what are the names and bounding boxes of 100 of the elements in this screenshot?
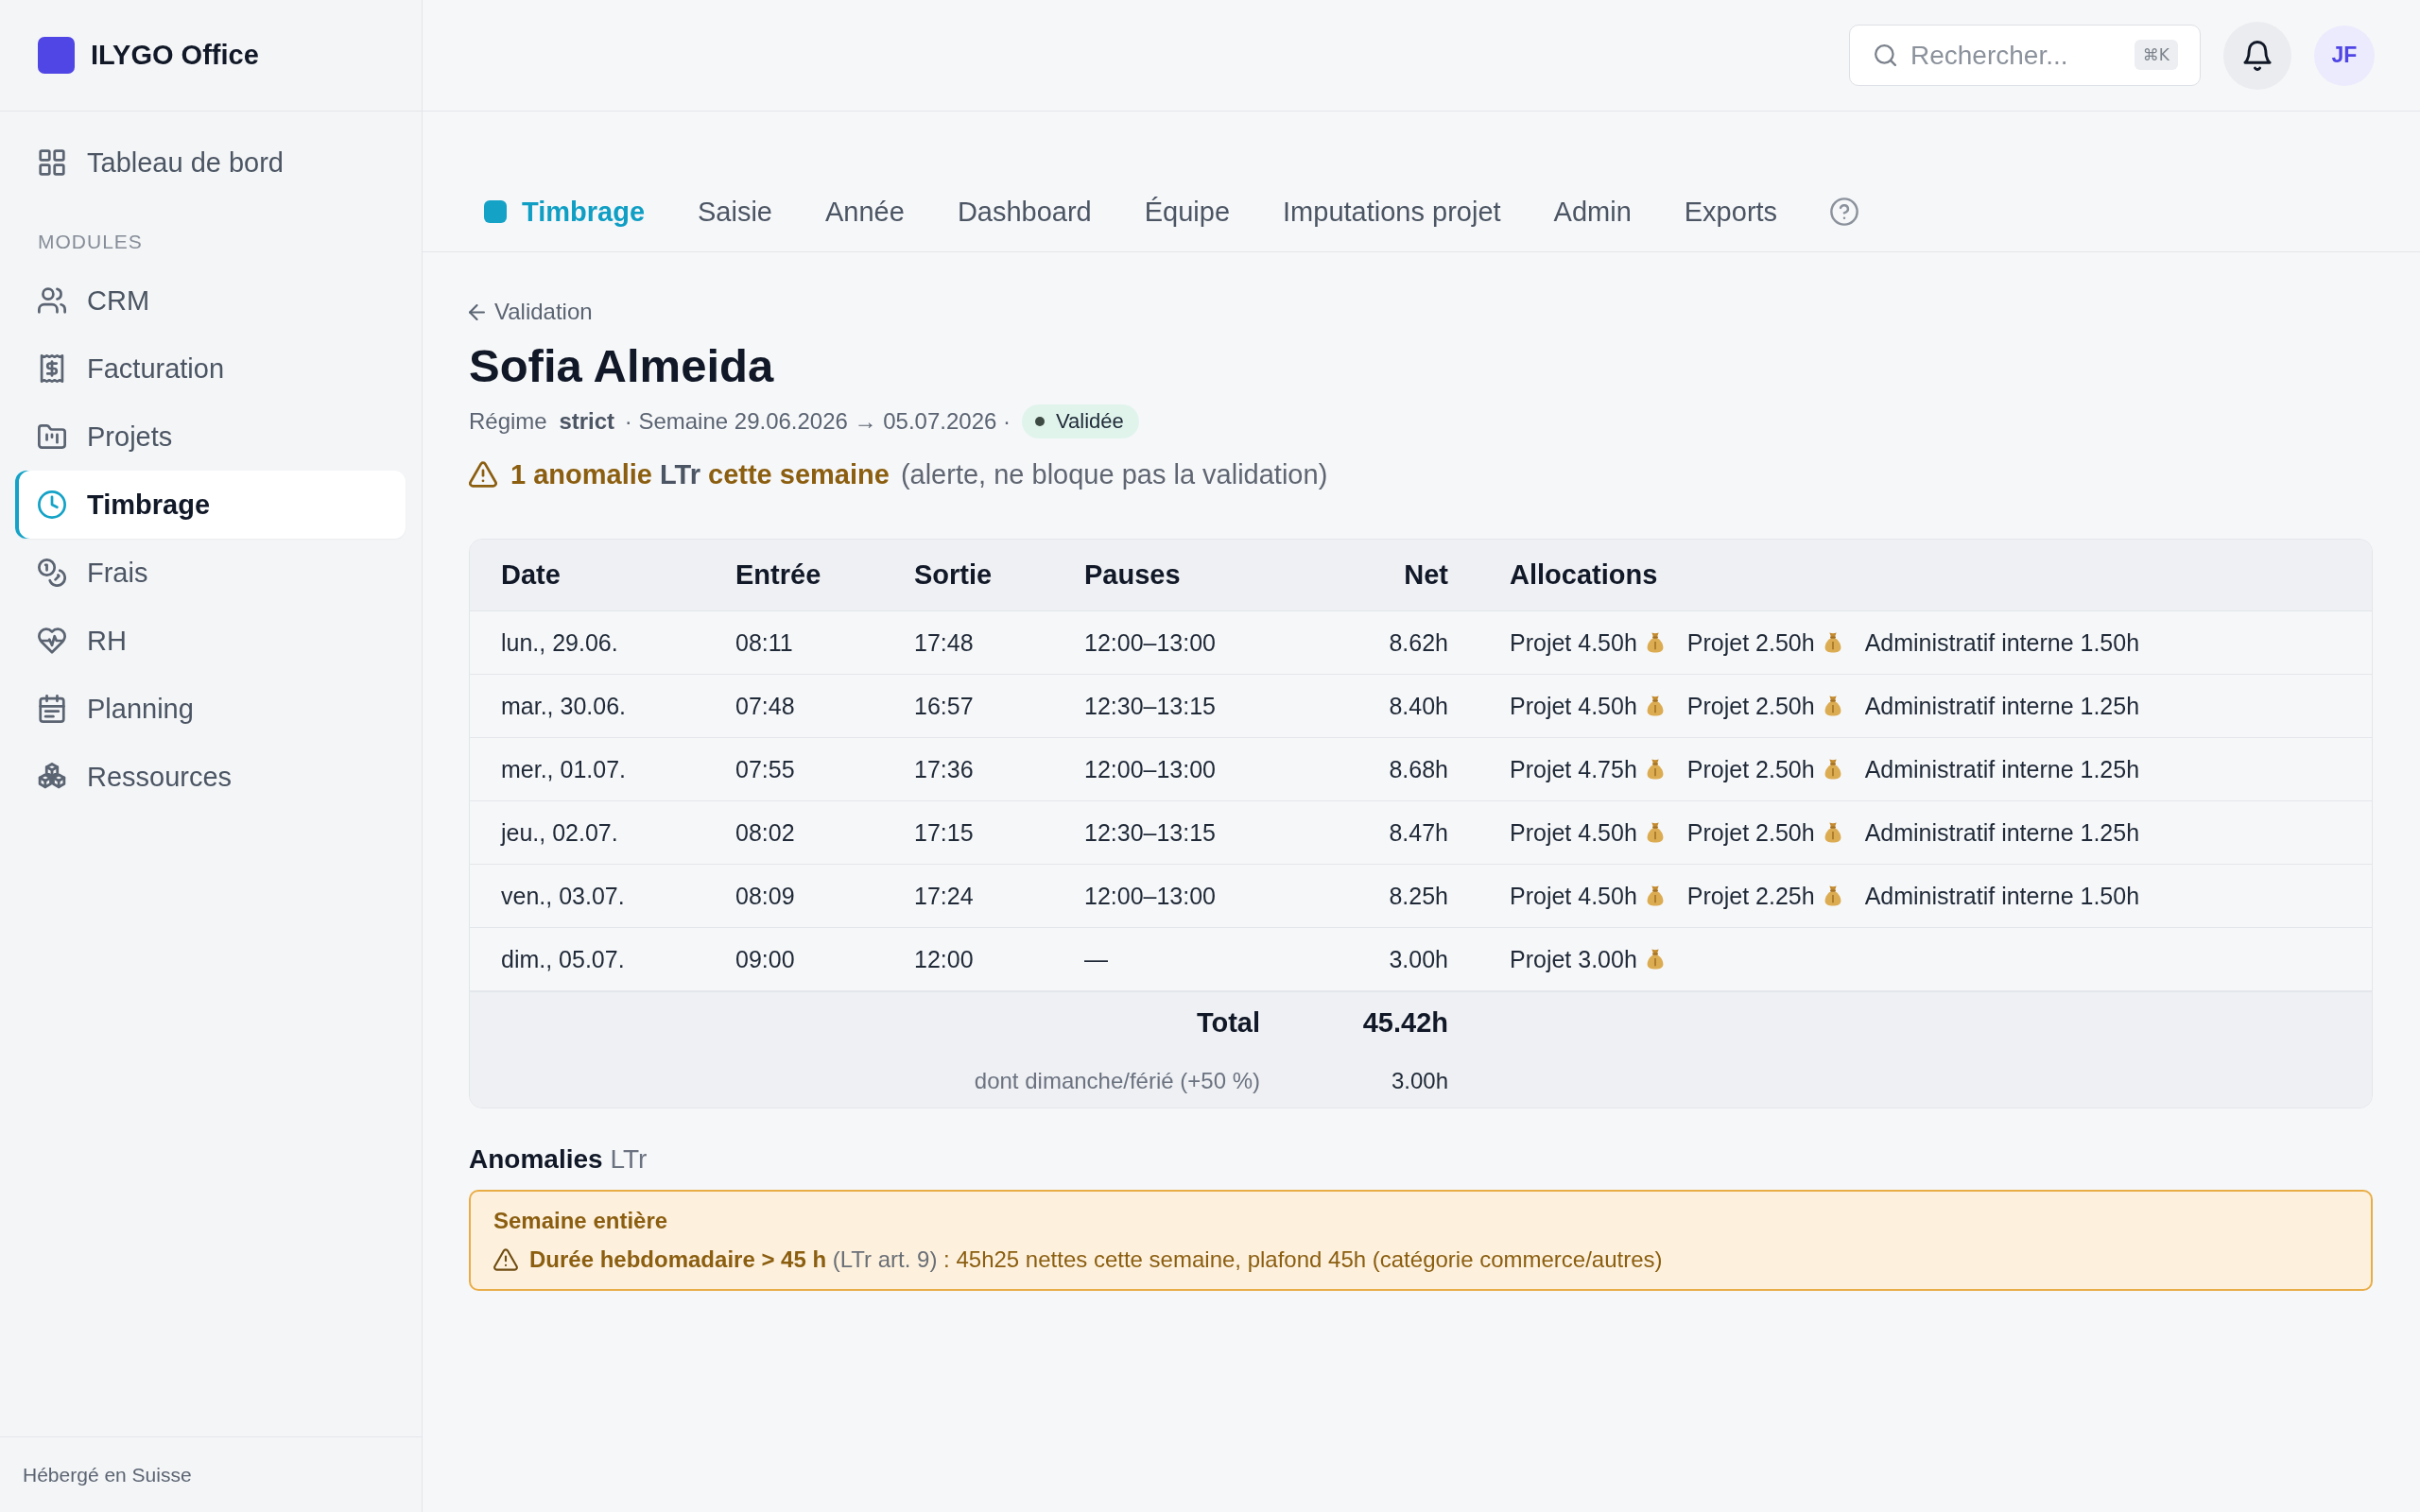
table-cell: 12:00–13:00 bbox=[1084, 628, 1217, 656]
allocation-entry: Projet 2.25h bbox=[1686, 882, 1815, 910]
summary-value: 3.00h bbox=[1391, 1067, 1448, 1093]
column-header: Sortie bbox=[914, 559, 993, 590]
week-info: Régime strict · Semaine 29.06.2026 → 05.07.2026 · bbox=[469, 408, 1011, 435]
table-cell: 08:02 bbox=[735, 818, 795, 846]
table-cell: 12:00–13:00 bbox=[1084, 755, 1217, 782]
brand-name: ILYGO Office bbox=[91, 40, 259, 71]
table-cell: 07:55 bbox=[735, 755, 795, 782]
table-cell: 12:00–13:00 bbox=[1084, 882, 1217, 909]
section-label: MODULES bbox=[38, 230, 143, 254]
nav-item[interactable]: Timbrage bbox=[15, 471, 406, 539]
nav-item[interactable]: CRM bbox=[15, 266, 406, 335]
cubes-icon bbox=[38, 763, 66, 791]
column-header: Date bbox=[501, 559, 561, 590]
table-cell: 17:15 bbox=[914, 818, 974, 846]
receipt-icon bbox=[38, 354, 66, 383]
table-cell: ven., 03.07. bbox=[501, 882, 625, 909]
clock-icon bbox=[38, 490, 66, 519]
nav-item[interactable]: Planning bbox=[15, 675, 406, 743]
page-title: Sofia Almeida bbox=[469, 339, 774, 393]
heart-pulse-icon bbox=[38, 627, 66, 655]
status-dot-icon bbox=[1035, 417, 1045, 426]
grid-icon bbox=[38, 148, 66, 177]
table-cell: 12:30–13:15 bbox=[1084, 692, 1217, 719]
allocation-entry: Projet 2.50h bbox=[1686, 755, 1815, 783]
allocation-entry: Projet 4.75h bbox=[1510, 755, 1637, 783]
tab[interactable]: Année bbox=[810, 195, 920, 251]
table-cell: dim., 05.07. bbox=[501, 945, 625, 972]
column-header: Allocations bbox=[1510, 559, 1658, 590]
tab[interactable]: Dashboard bbox=[942, 195, 1107, 251]
anomaly-scope: Semaine entière bbox=[493, 1207, 668, 1235]
tab[interactable]: Équipe bbox=[1129, 195, 1246, 251]
table-cell: 17:24 bbox=[914, 882, 974, 909]
table-cell: 12:00 bbox=[914, 945, 974, 972]
table-cell: lun., 29.06. bbox=[501, 628, 618, 656]
keyboard-shortcut: ⌘K bbox=[2134, 40, 2178, 70]
table-cell: 8.25h bbox=[1389, 882, 1448, 909]
allocation-entry: Projet 2.50h bbox=[1686, 628, 1815, 657]
column-header: Entrée bbox=[735, 559, 821, 590]
warning-icon bbox=[493, 1248, 518, 1271]
status-label: Validée bbox=[1056, 409, 1124, 434]
column-header: Net bbox=[1404, 559, 1448, 590]
table-cell: 3.00h bbox=[1389, 945, 1448, 972]
table-cell: 8.62h bbox=[1389, 628, 1448, 656]
table-cell: 09:00 bbox=[735, 945, 795, 972]
table-cell: 8.68h bbox=[1389, 755, 1448, 782]
allocation-entry: Administratif interne 1.25h bbox=[1864, 818, 2140, 847]
table-cell: 08:11 bbox=[735, 628, 793, 656]
warning-icon bbox=[469, 461, 497, 488]
table-cell: 07:48 bbox=[735, 692, 795, 719]
hosting-note: Hébergé en Suisse bbox=[23, 1463, 192, 1486]
allocation-entry: Administratif interne 1.25h bbox=[1864, 755, 2140, 783]
nav-item[interactable]: Frais bbox=[15, 539, 406, 607]
table-cell: 8.40h bbox=[1389, 692, 1448, 719]
table-cell: 17:48 bbox=[914, 628, 974, 656]
bell-icon bbox=[2243, 40, 2272, 71]
tab[interactable]: Admin bbox=[1538, 195, 1647, 251]
summary-value: 45.42h bbox=[1362, 1007, 1448, 1038]
table-cell: 08:09 bbox=[735, 882, 795, 909]
allocation-entry: Projet 2.50h bbox=[1686, 818, 1815, 847]
allocation-entry: Administratif interne 1.50h bbox=[1864, 882, 2140, 910]
user-avatar[interactable]: JF bbox=[2314, 25, 2375, 86]
allocation-entry: Projet 3.00h bbox=[1510, 945, 1637, 973]
help-icon[interactable] bbox=[1830, 198, 1859, 226]
table-cell: mer., 01.07. bbox=[501, 755, 627, 782]
allocation-entry: Projet 4.50h bbox=[1510, 692, 1637, 720]
arrow-left-icon bbox=[469, 303, 485, 320]
anomaly-message: Durée hebdomadaire > 45 h (LTr art. 9) : 45h25 nettes cette semaine, plafond 45h (catégorie commerce/autres) bbox=[529, 1246, 1663, 1274]
table-cell: 12:30–13:15 bbox=[1084, 818, 1217, 846]
allocation-entry: Projet 4.50h bbox=[1510, 818, 1637, 847]
nav-item[interactable]: Ressources bbox=[15, 743, 406, 811]
tab[interactable]: Exports bbox=[1668, 195, 1793, 251]
coins-icon bbox=[38, 558, 66, 587]
calendar-icon bbox=[38, 695, 66, 723]
nav-item[interactable]: RH bbox=[15, 607, 406, 675]
table-cell: 16:57 bbox=[914, 692, 974, 719]
table-cell: 8.47h bbox=[1389, 818, 1448, 846]
summary-label: dont dimanche/férié (+50 %) bbox=[974, 1067, 1260, 1093]
tab[interactable]: Saisie bbox=[683, 195, 787, 251]
brand-logo-icon bbox=[38, 37, 75, 74]
allocation-entry: Administratif interne 1.25h bbox=[1864, 692, 2140, 720]
tab[interactable]: Imputations projet bbox=[1268, 195, 1516, 251]
allocation-entry: Projet 2.50h bbox=[1686, 692, 1815, 720]
folder-icon bbox=[38, 422, 66, 451]
nav-item[interactable]: Projets bbox=[15, 403, 406, 471]
nav-item[interactable]: Tableau de bord bbox=[15, 129, 406, 197]
summary-label: Total bbox=[1196, 1007, 1260, 1038]
back-link[interactable]: Validation bbox=[469, 298, 593, 326]
square-icon bbox=[484, 200, 507, 223]
allocation-entry: Administratif interne 1.50h bbox=[1864, 628, 2140, 657]
table-cell: mar., 30.06. bbox=[501, 692, 627, 719]
table-cell: 17:36 bbox=[914, 755, 974, 782]
allocation-entry: Projet 4.50h bbox=[1510, 882, 1637, 910]
anomaly-summary: 1 anomalie LTr cette semaine (alerte, ne bloque pas la validation) bbox=[510, 458, 1328, 490]
search-icon bbox=[1875, 44, 1896, 66]
table-cell: jeu., 02.07. bbox=[501, 818, 618, 846]
allocation-entry: Projet 4.50h bbox=[1510, 628, 1637, 657]
nav-item[interactable]: Facturation bbox=[15, 335, 406, 403]
table-cell: — bbox=[1084, 945, 1108, 972]
